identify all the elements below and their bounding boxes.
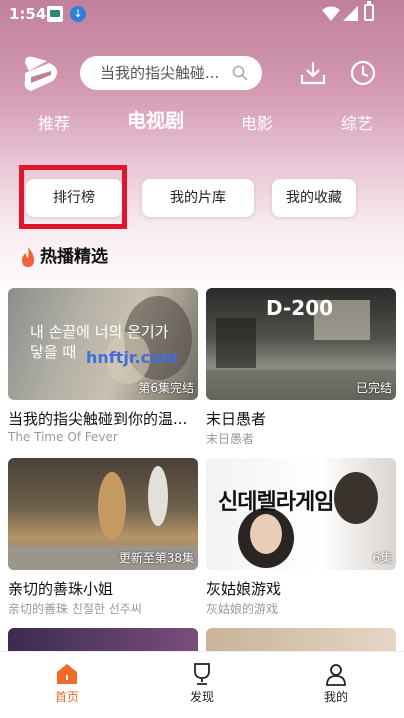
nav-home[interactable]: 首页 [37, 662, 97, 714]
notification-app-icon [47, 6, 63, 22]
search-input[interactable]: 当我的指尖触碰... [80, 56, 262, 90]
card-title: 当我的指尖触碰到你的温... [8, 410, 188, 428]
status-bar: 1:54 ↓ [0, 0, 404, 28]
nav-discover[interactable]: 发现 [172, 662, 232, 714]
my-library-button[interactable]: 我的片库 [142, 179, 254, 217]
tab-recommend[interactable]: 推荐 [38, 112, 70, 136]
download-icon[interactable] [299, 59, 327, 87]
card-subtitle: 灰姑娘的游戏 [206, 602, 279, 616]
nav-profile-label: 我的 [323, 690, 348, 704]
card-title: 末日愚者 [206, 410, 267, 428]
tab-tv-series[interactable]: 电视剧 [127, 109, 184, 133]
tab-movies[interactable]: 电影 [241, 112, 273, 136]
status-time: 1:54 [9, 5, 47, 23]
battery-icon [364, 1, 374, 21]
app-logo [24, 56, 58, 91]
nav-home-label: 首页 [54, 690, 79, 704]
card-title: 亲切的善珠小姐 [8, 580, 114, 598]
section-title: 热播精选 [40, 247, 108, 267]
card-subtitle: The Time Of Fever [8, 430, 118, 444]
poster-thumbnail: 내 손끝에 너의 온기가 닿을 때 hnftjr.com 第6集完结 [8, 288, 198, 400]
poster-overlay-text: D-200 [266, 296, 334, 320]
card-subtitle: 亲切的善珠 친절한 선주씨 [8, 602, 142, 616]
search-placeholder: 当我的指尖触碰... [100, 64, 220, 82]
poster-thumbnail-partial[interactable] [206, 628, 396, 651]
history-icon[interactable] [349, 59, 377, 87]
user-icon [326, 664, 346, 686]
tab-variety[interactable]: 综艺 [341, 112, 373, 136]
episode-badge: 6集 [372, 551, 392, 565]
flame-icon [22, 247, 34, 267]
episode-badge: 更新至第38集 [118, 551, 194, 565]
poster-overlay-text: 신데렐라게임 [218, 490, 334, 515]
nav-profile[interactable]: 我的 [306, 662, 366, 714]
poster-thumbnail-partial[interactable] [8, 628, 198, 651]
highlight-box [19, 165, 127, 229]
signal-icon [343, 6, 358, 21]
bottom-navigation: 首页 发现 我的 [0, 651, 404, 718]
card-subtitle: 末日愚者 [206, 432, 255, 446]
poster-thumbnail: 신데렐라게임 6集 [206, 458, 396, 570]
poster-thumbnail: 更新至第38集 [8, 458, 198, 570]
home-icon [57, 664, 77, 684]
card-title: 灰姑娘游戏 [206, 580, 282, 598]
watermark-text: hnftjr.com [86, 348, 178, 367]
nav-discover-label: 发现 [189, 690, 214, 704]
wifi-icon [322, 6, 340, 21]
my-favorites-button[interactable]: 我的收藏 [272, 179, 356, 217]
episode-badge: 第6集完结 [138, 381, 194, 395]
episode-badge: 已完结 [355, 381, 392, 395]
trophy-icon [194, 663, 210, 685]
download-notification-icon: ↓ [70, 6, 86, 22]
search-icon [232, 65, 248, 81]
poster-thumbnail: D-200 已完结 [206, 288, 396, 400]
